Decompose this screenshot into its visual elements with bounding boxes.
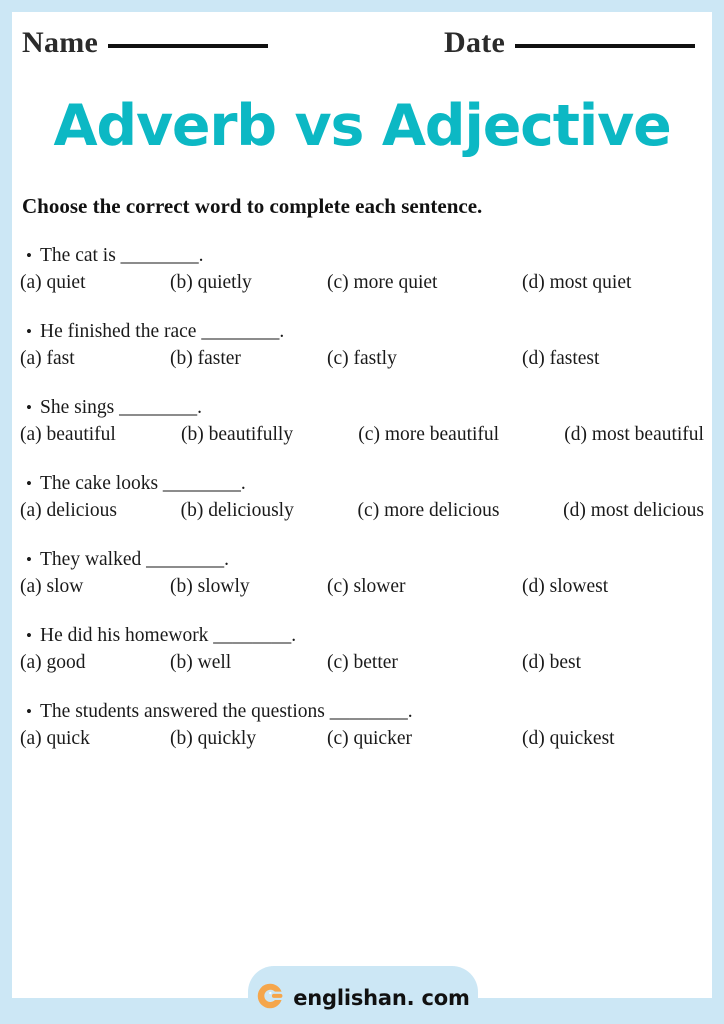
option-row: (a) beautiful (b) beautifully (c) more bea… xyxy=(12,424,712,468)
answer-option[interactable]: (a) good xyxy=(20,652,170,674)
answer-option[interactable]: (d) most beautiful xyxy=(564,424,704,446)
answer-option[interactable]: (c) more quiet xyxy=(327,272,522,294)
option-row: (a) slow (b) slowly (c) slower (d) slowest xyxy=(12,576,712,620)
name-date-row: Name Date xyxy=(12,12,712,68)
answer-option[interactable]: (a) beautiful xyxy=(20,424,116,446)
answer-option[interactable]: (c) better xyxy=(327,652,522,674)
question-block: • The cake looks ________. (a) delicious (b… xyxy=(12,468,712,544)
answer-option[interactable]: (c) slower xyxy=(327,576,522,598)
option-row: (a) delicious (b) deliciously (c) more del… xyxy=(12,500,712,544)
question-block: • She sings ________. (a) beautiful (b) bea… xyxy=(12,392,712,468)
answer-option[interactable]: (b) well xyxy=(170,652,327,674)
answer-option[interactable]: (c) more beautiful xyxy=(358,424,499,446)
answer-option[interactable]: (c) fastly xyxy=(327,348,522,370)
answer-option[interactable]: (b) faster xyxy=(170,348,327,370)
question-text: • They walked ________. xyxy=(12,544,712,576)
bullet-icon: • xyxy=(26,398,32,417)
question-text: • He finished the race ________. xyxy=(12,316,712,348)
question-text: • He did his homework ________. xyxy=(12,620,712,652)
name-field[interactable]: Name xyxy=(22,26,269,60)
answer-option[interactable]: (d) quickest xyxy=(522,728,702,750)
answer-option[interactable]: (c) more delicious xyxy=(358,500,500,522)
bullet-icon: • xyxy=(26,550,32,569)
question-block: • The students answered the questions ___… xyxy=(12,696,712,772)
answer-option[interactable]: (b) quietly xyxy=(170,272,327,294)
question-sentence: She sings ________. xyxy=(40,397,202,418)
instruction-text: Choose the correct word to complete each… xyxy=(22,194,483,218)
question-sentence: The cat is ________. xyxy=(40,245,204,266)
date-label: Date xyxy=(444,26,506,59)
answer-option[interactable]: (d) most delicious xyxy=(563,500,704,522)
question-sentence: He finished the race ________. xyxy=(40,321,285,342)
question-block: • He finished the race ________. (a) fast(… xyxy=(12,316,712,392)
question-list: • The cat is ________. (a) quiet (b) quietl… xyxy=(12,240,712,772)
answer-option[interactable]: (a) quiet xyxy=(20,272,170,294)
question-text: • The students answered the questions ___… xyxy=(12,696,712,728)
answer-option[interactable]: (a) delicious xyxy=(20,500,117,522)
date-field[interactable]: Date xyxy=(444,26,696,60)
answer-option[interactable]: (a) fast xyxy=(20,348,170,370)
name-write-line[interactable] xyxy=(108,44,269,48)
bullet-icon: • xyxy=(26,322,32,341)
englishan-c-logo-icon xyxy=(256,982,284,1015)
bullet-icon: • xyxy=(26,702,32,721)
answer-option[interactable]: (b) beautifully xyxy=(181,424,293,446)
option-row: (a) good (b) well (c) better (d) best xyxy=(12,652,712,696)
question-sentence: The students answered the questions ____… xyxy=(40,701,413,722)
page-title: Adverb vs Adjective xyxy=(53,93,671,159)
question-block: • He did his homework ________. (a) good (b… xyxy=(12,620,712,696)
worksheet-page: Name Date Adverb vs Adjective Choose the… xyxy=(0,0,724,1024)
answer-option[interactable]: (d) most quiet xyxy=(522,272,702,294)
answer-option[interactable]: (a) slow xyxy=(20,576,170,598)
name-label: Name xyxy=(22,26,99,59)
date-write-line[interactable] xyxy=(515,44,696,48)
question-block: • The cat is ________. (a) quiet (b) quietl… xyxy=(12,240,712,316)
option-row: (a) quiet (b) quietly (c) more quiet (d) mo… xyxy=(12,272,712,316)
bullet-icon: • xyxy=(26,626,32,645)
answer-option[interactable]: (b) slowly xyxy=(170,576,327,598)
question-sentence: They walked ________. xyxy=(40,549,230,570)
bullet-icon: • xyxy=(26,246,32,265)
option-row: (a) fast (b) faster (c) fastly (d) fastest xyxy=(12,348,712,392)
answer-option[interactable]: (d) fastest xyxy=(522,348,702,370)
answer-option[interactable]: (b) quickly xyxy=(170,728,327,750)
question-text: • The cake looks ________. xyxy=(12,468,712,500)
question-text: • She sings ________. xyxy=(12,392,712,424)
brand-name: englishan. com xyxy=(293,986,470,1010)
answer-option[interactable]: (a) quick xyxy=(20,728,170,750)
question-sentence: The cake looks ________. xyxy=(40,473,246,494)
option-row: (a) quick (b) quickly (c) quicker (d) quick… xyxy=(12,728,712,772)
worksheet-content: Name Date Adverb vs Adjective Choose the… xyxy=(12,12,712,998)
answer-option[interactable]: (c) quicker xyxy=(327,728,522,750)
question-text: • The cat is ________. xyxy=(12,240,712,272)
question-sentence: He did his homework ________. xyxy=(40,625,297,646)
bullet-icon: • xyxy=(26,474,32,493)
answer-option[interactable]: (d) slowest xyxy=(522,576,702,598)
answer-option[interactable]: (b) deliciously xyxy=(181,500,294,522)
brand-badge[interactable]: englishan. com xyxy=(248,966,478,1024)
question-block: • They walked ________. (a) slow (b) slowly… xyxy=(12,544,712,620)
answer-option[interactable]: (d) best xyxy=(522,652,702,674)
